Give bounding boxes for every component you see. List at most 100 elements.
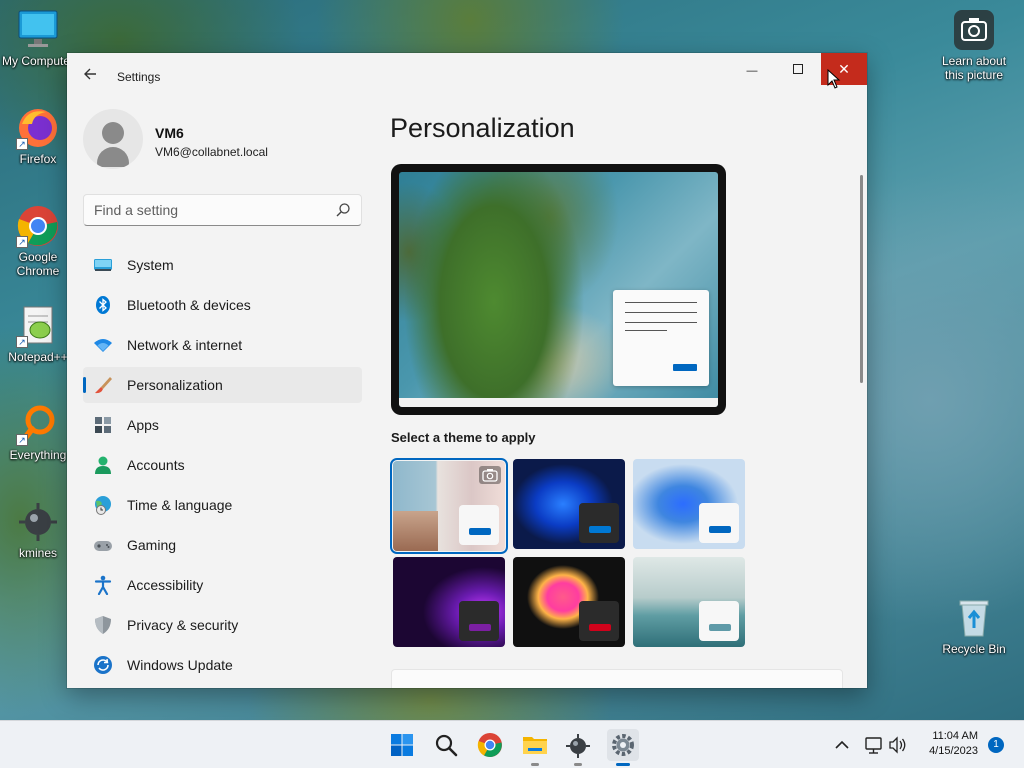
themes-section-label: Select a theme to apply [391, 430, 536, 445]
maximize-button[interactable] [775, 53, 821, 85]
theme-windows-light[interactable] [633, 459, 745, 549]
desktop-icon-label: Learn about this picture [941, 54, 1007, 82]
preview-taskbar [399, 398, 718, 407]
search-input[interactable] [84, 195, 324, 225]
theme-flow[interactable] [633, 557, 745, 647]
sidebar-item-time-language[interactable]: Time & language [83, 487, 362, 523]
desktop-icon-my-computer[interactable]: My Computer [0, 8, 76, 68]
globe-clock-icon [95, 496, 111, 515]
theme-window-preview [579, 601, 619, 641]
user-email: VM6@collabnet.local [155, 145, 268, 159]
taskbar-settings[interactable] [607, 729, 639, 766]
sidebar-item-accounts[interactable]: Accounts [83, 447, 362, 483]
recycle-bin-icon [952, 596, 996, 640]
shield-icon [95, 616, 111, 634]
sidebar-item-accessibility[interactable]: Accessibility [83, 567, 362, 603]
accounts-icon [95, 456, 111, 474]
theme-spotlight[interactable] [390, 458, 508, 554]
theme-window-preview [459, 505, 499, 545]
volume-button[interactable] [882, 729, 914, 761]
windows-logo-icon [391, 734, 413, 756]
sidebar-item-bluetooth[interactable]: Bluetooth & devices [83, 287, 362, 323]
theme-window-preview [579, 503, 619, 543]
desktop-icon-label: Notepad++ [8, 350, 68, 364]
shortcut-arrow-icon: ↗ [16, 236, 28, 248]
sidebar-item-label: Gaming [127, 537, 177, 553]
sidebar-item-label: Windows Update [127, 657, 233, 673]
theme-window-preview [699, 601, 739, 641]
scrollbar-thumb[interactable] [860, 175, 863, 383]
desktop-icon-chrome[interactable]: ↗ Google Chrome [0, 204, 76, 278]
gear-icon [612, 734, 634, 756]
sidebar-item-gaming[interactable]: Gaming [83, 527, 362, 563]
taskbar-chrome[interactable] [474, 729, 506, 761]
computer-icon [16, 8, 60, 52]
back-button[interactable] [79, 67, 101, 87]
show-hidden-icons-button[interactable] [826, 729, 858, 761]
system-icon [94, 259, 112, 271]
theme-captured-motion[interactable] [513, 557, 625, 647]
sidebar-item-windows-update[interactable]: Windows Update [83, 647, 362, 683]
desktop-icon-notepad[interactable]: ↗ Notepad++ [0, 304, 76, 364]
sidebar-item-personalization[interactable]: Personalization [83, 367, 362, 403]
folder-icon [523, 737, 547, 754]
sidebar-item-network[interactable]: Network & internet [83, 327, 362, 363]
sidebar-item-label: Time & language [127, 497, 233, 513]
minimize-button[interactable]: — [729, 53, 775, 85]
update-icon [94, 656, 112, 674]
sidebar-item-label: Apps [127, 417, 159, 433]
sidebar-item-label: Accounts [127, 457, 185, 473]
camera-icon [479, 466, 501, 484]
selection-indicator [83, 377, 86, 393]
theme-glow[interactable] [393, 557, 505, 647]
desktop-icon-learn-about-picture[interactable]: Learn about this picture [936, 8, 1012, 82]
theme-window-preview [459, 601, 499, 641]
chevron-up-icon [835, 740, 849, 749]
apps-icon [95, 417, 111, 433]
desktop-icon-firefox[interactable]: ↗ Firefox [0, 106, 76, 166]
desktop-icon-label: My Computer [1, 54, 75, 68]
shortcut-arrow-icon: ↗ [16, 138, 28, 150]
title-bar: Settings — ✕ [67, 53, 867, 101]
notification-badge[interactable]: 1 [988, 737, 1004, 753]
start-button[interactable] [386, 729, 418, 761]
window-title: Settings [117, 70, 161, 84]
desktop-icon-label: Firefox [19, 152, 57, 166]
desktop-icon-everything[interactable]: ↗ Everything [0, 402, 76, 462]
notepad-plus-icon: ↗ [16, 304, 60, 348]
taskbar-kmines[interactable] [562, 729, 594, 766]
mine-icon [16, 500, 60, 544]
sidebar-item-label: Network & internet [127, 337, 243, 353]
settings-card[interactable] [391, 669, 843, 688]
chrome-icon: ↗ [16, 204, 60, 248]
accessibility-icon [94, 575, 112, 595]
taskbar-file-explorer[interactable] [519, 729, 551, 766]
clock-time: 11:04 AM [932, 730, 978, 742]
page-title: Personalization [390, 113, 575, 143]
user-profile[interactable]: VM6 VM6@collabnet.local [83, 109, 373, 169]
mine-icon [566, 734, 590, 758]
sidebar-item-label: Personalization [127, 377, 223, 393]
desktop-icon-kmines[interactable]: kmines [0, 500, 76, 560]
theme-window-preview [699, 503, 739, 543]
clock-date: 4/15/2023 [929, 745, 978, 757]
desktop-icon-recycle-bin[interactable]: Recycle Bin [936, 596, 1012, 656]
wallpaper-preview-image [399, 172, 718, 407]
theme-windows-dark[interactable] [513, 459, 625, 549]
speaker-icon [889, 736, 906, 754]
desktop-preview [391, 164, 726, 415]
taskbar-search-button[interactable] [430, 729, 462, 761]
clock[interactable]: 11:04 AM 4/15/2023 [912, 730, 978, 757]
shortcut-arrow-icon: ↗ [16, 434, 28, 446]
sidebar-item-system[interactable]: System [83, 247, 362, 283]
firefox-icon: ↗ [16, 106, 60, 150]
search-icon[interactable] [335, 202, 351, 218]
desktop-icon-label: Recycle Bin [942, 642, 1006, 656]
arrow-left-icon [84, 68, 96, 80]
user-name: VM6 [155, 125, 184, 141]
sidebar-item-label: System [127, 257, 174, 273]
search-box [83, 194, 362, 226]
sidebar-item-apps[interactable]: Apps [83, 407, 362, 443]
sidebar-item-privacy[interactable]: Privacy & security [83, 607, 362, 643]
camera-icon [952, 8, 996, 52]
